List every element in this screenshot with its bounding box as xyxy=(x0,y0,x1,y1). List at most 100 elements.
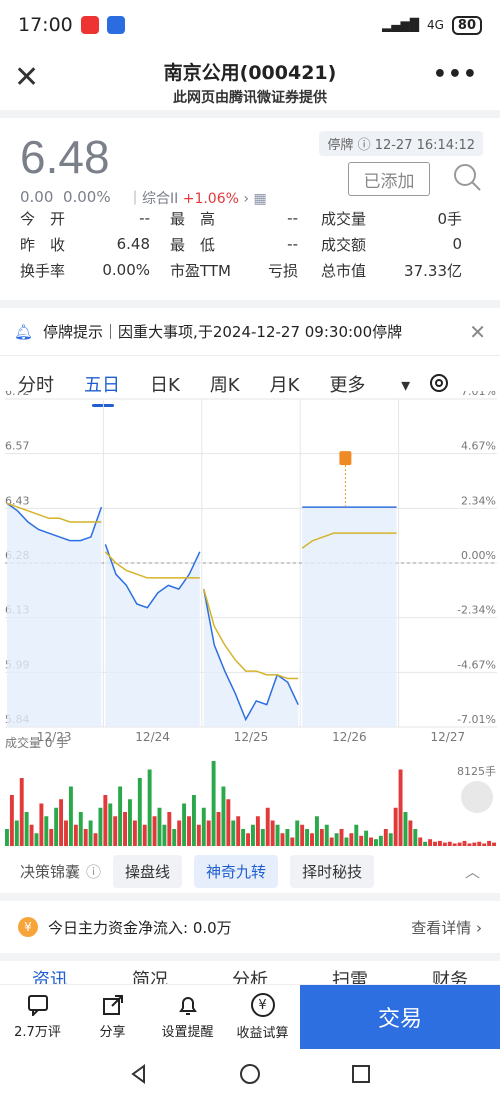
comments-label: 2.7万评 xyxy=(14,1025,61,1040)
divider xyxy=(0,893,500,901)
volume-bar xyxy=(477,841,482,846)
volume-bar xyxy=(73,824,78,846)
volume-bar xyxy=(447,841,452,846)
volume-bar xyxy=(442,842,447,846)
close-icon[interactable]: ✕ xyxy=(14,60,39,95)
volume-bar xyxy=(231,820,236,846)
zoom-icon xyxy=(461,781,493,813)
volume-bar xyxy=(118,786,123,846)
volume-bar xyxy=(418,837,423,846)
stat-value: 0手 xyxy=(437,209,462,228)
pill-zeshi[interactable]: 择时秘技 xyxy=(290,854,375,888)
volume-bar xyxy=(59,799,64,846)
volume-bar xyxy=(68,786,73,846)
halt-flag-icon xyxy=(339,451,352,466)
volume-bar xyxy=(344,837,349,846)
price-area xyxy=(7,503,102,727)
volume-bar xyxy=(482,843,487,846)
system-nav xyxy=(0,1050,500,1102)
share-button[interactable]: 分享 xyxy=(75,985,150,1049)
volume-bar xyxy=(128,799,132,846)
stat-label: 昨 收 xyxy=(20,235,66,254)
stats-grid: 今 开 -- 最 高 -- 成交量 0手 昨 收 6.48 最 低 -- 成交额 0 换手率… xyxy=(20,205,482,283)
price-area xyxy=(203,589,299,727)
stat-value: -- xyxy=(287,209,298,227)
halt-time: 12-27 16:14:12 xyxy=(374,138,475,153)
x-tick-label: 12/26 xyxy=(332,730,367,744)
volume-bar xyxy=(265,807,270,846)
volume-bar xyxy=(374,839,378,846)
stat-label: 最 低 xyxy=(170,235,216,254)
volume-bar xyxy=(98,807,103,846)
volume-bar xyxy=(270,820,275,846)
volume-bar xyxy=(378,835,383,846)
volume-bar xyxy=(255,816,260,846)
volume-bar xyxy=(285,829,290,846)
app-notification-icon xyxy=(106,16,125,34)
detail-label: 查看详情 xyxy=(411,918,472,937)
volume-bar xyxy=(241,829,246,846)
y-tick-label-pct: -2.34% xyxy=(457,604,496,617)
volume-bar xyxy=(108,803,113,846)
decision-bar: 决策锦囊 ⓘ 操盘线 神奇九转 择时秘技 ︿ xyxy=(0,852,500,890)
volume-bar xyxy=(310,833,314,846)
fund-flow-row[interactable]: ¥ 今日主力资金净流入: 0.0万 查看详情 › xyxy=(0,905,500,949)
stat-label: 市盈TTM xyxy=(170,261,232,280)
volume-bar xyxy=(39,803,44,846)
volume-max-label: 8125手 xyxy=(457,764,496,778)
five-day-chart[interactable]: 6.727.01%6.574.67%6.432.34%6.280.00%6.13… xyxy=(0,385,500,861)
info-icon[interactable]: ⓘ xyxy=(86,861,101,882)
tab-finance[interactable]: 财务 xyxy=(432,966,468,986)
yen-icon: ¥ xyxy=(18,917,38,937)
x-tick-label: 12/24 xyxy=(135,730,170,744)
stat-label: 最 高 xyxy=(170,209,216,228)
pill-jiuzhuan[interactable]: 神奇九转 xyxy=(194,854,279,888)
halt-notice: 🔔︎ 停牌提示｜因重大事项,于2024-12-27 09:30:00停牌 ✕ xyxy=(0,308,500,356)
volume-bar xyxy=(9,795,14,846)
volume-bar xyxy=(329,837,334,846)
back-icon[interactable] xyxy=(129,1064,149,1088)
divider xyxy=(0,953,500,961)
tab-analysis[interactable]: 分析 xyxy=(232,966,268,986)
volume-bar xyxy=(88,820,93,846)
volume-bar xyxy=(34,833,39,846)
more-icon[interactable]: ••• xyxy=(433,62,478,87)
current-price: 6.48 xyxy=(20,131,110,183)
avg-line xyxy=(104,551,200,579)
view-detail-link[interactable]: 查看详情 › xyxy=(411,917,482,938)
stat-value: 0.00% xyxy=(102,261,150,279)
volume-bar xyxy=(305,829,310,846)
volume-bar xyxy=(437,840,442,846)
add-watchlist-button[interactable]: 已添加 xyxy=(348,162,430,196)
tab-news[interactable]: 资讯 xyxy=(32,966,68,986)
status-bar: 17:00 ▂▄▆█ 4G 80 xyxy=(0,0,500,50)
search-icon[interactable] xyxy=(452,162,482,196)
profit-calc-button[interactable]: ¥ 收益试算 xyxy=(225,985,300,1049)
volume-bar xyxy=(172,829,177,846)
yen-icon: ¥ xyxy=(250,993,275,1017)
volume-bar xyxy=(369,837,373,846)
y-tick-label: 6.57 xyxy=(5,440,30,453)
chart-svg: 6.727.01%6.574.67%6.432.34%6.280.00%6.13… xyxy=(5,385,497,846)
close-icon[interactable]: ✕ xyxy=(469,320,486,344)
pill-caopan[interactable]: 操盘线 xyxy=(113,854,183,888)
status-badge: 停牌 ⓘ 12-27 16:14:12 xyxy=(319,131,483,156)
comments-button[interactable]: 2.7万评 xyxy=(0,985,75,1049)
y-tick-label-pct: 7.01% xyxy=(461,391,496,398)
chevron-up-icon[interactable]: ︿ xyxy=(465,861,480,882)
stats-row: 今 开 -- 最 高 -- 成交量 0手 xyxy=(20,205,482,231)
volume-bar xyxy=(64,820,68,846)
volume-bar xyxy=(487,840,492,846)
home-icon[interactable] xyxy=(239,1063,261,1089)
tab-profile[interactable]: 简况 xyxy=(132,966,168,986)
tab-risk[interactable]: 扫雷 xyxy=(332,966,368,986)
trade-button[interactable]: 交易 xyxy=(300,985,500,1049)
volume-bar xyxy=(78,812,83,846)
y-tick-label-pct: -4.67% xyxy=(457,658,496,671)
price-area xyxy=(105,544,200,727)
set-alert-button[interactable]: 设置提醒 xyxy=(150,985,225,1049)
recents-icon[interactable] xyxy=(351,1064,371,1088)
volume-bar xyxy=(201,807,206,846)
volume-bar xyxy=(19,778,24,846)
volume-bar xyxy=(467,843,472,846)
